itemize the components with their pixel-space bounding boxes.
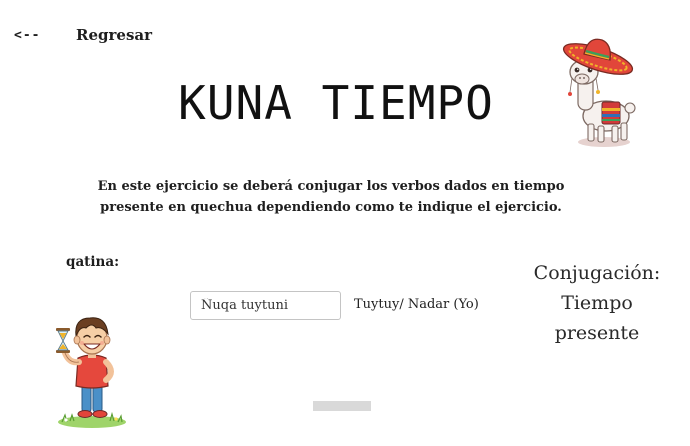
back-link[interactable]: Regresar: [76, 26, 152, 44]
verb-label: qatina:: [66, 254, 120, 270]
side-heading-line: Tiempo: [561, 292, 633, 314]
back-arrow-icon[interactable]: <--: [14, 28, 40, 43]
submit-button[interactable]: [313, 401, 371, 411]
side-heading-line: presente: [554, 322, 640, 344]
side-heading-line: Conjugación:: [533, 262, 661, 284]
exercise-instructions: En este ejercicio se deberá conjugar los…: [97, 179, 565, 215]
verb-hint: Tuytuy/ Nadar (Yo): [354, 297, 479, 312]
side-heading: Conjugación: Tiempo presente: [526, 258, 668, 348]
answer-input[interactable]: [190, 291, 341, 320]
llama-with-sombrero-icon: [562, 38, 636, 147]
boy-with-hourglass-icon: [56, 317, 126, 428]
